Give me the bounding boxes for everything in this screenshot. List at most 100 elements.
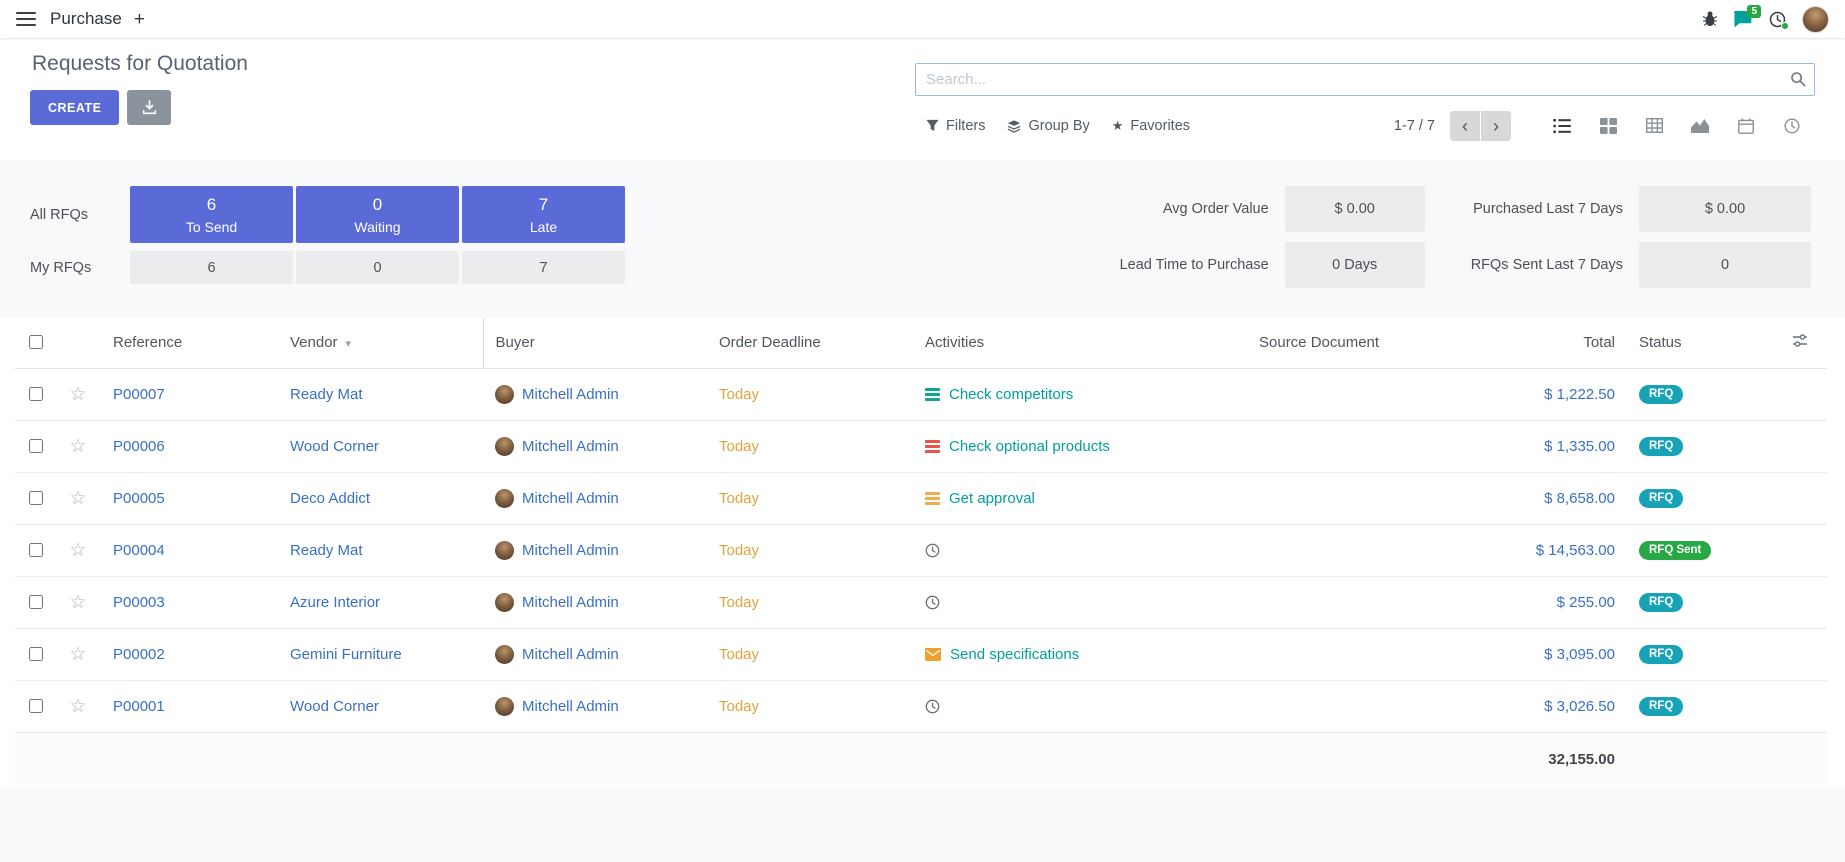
vendor-link[interactable]: Ready Mat: [290, 386, 363, 403]
header-vendor[interactable]: Vendor▾: [278, 318, 483, 368]
kanban-view-button[interactable]: [1585, 109, 1631, 142]
vendor-link[interactable]: Ready Mat: [290, 542, 363, 559]
table-row[interactable]: ☆ P00004 Ready Mat Mitchell Admin Today …: [15, 524, 1827, 576]
activity-summary[interactable]: Check optional products: [949, 438, 1110, 455]
activity-summary[interactable]: Get approval: [949, 490, 1035, 507]
search-input[interactable]: [915, 63, 1815, 96]
reference-link[interactable]: P00007: [113, 386, 165, 403]
header-buyer[interactable]: Buyer: [483, 318, 707, 368]
row-checkbox[interactable]: [29, 543, 43, 557]
buyer-link[interactable]: Mitchell Admin: [522, 646, 619, 663]
reference-link[interactable]: P00003: [113, 594, 165, 611]
order-deadline-value: Today: [719, 386, 759, 403]
header-status[interactable]: Status: [1627, 318, 1772, 368]
activity-summary[interactable]: Send specifications: [950, 646, 1079, 663]
export-button[interactable]: [127, 90, 171, 125]
activity-clock-icon[interactable]: [925, 595, 940, 610]
buyer-link[interactable]: Mitchell Admin: [522, 594, 619, 611]
pager-previous-button[interactable]: ‹: [1450, 111, 1480, 141]
vendor-link[interactable]: Wood Corner: [290, 698, 379, 715]
pivot-view-icon: [1646, 118, 1663, 133]
row-checkbox[interactable]: [29, 595, 43, 609]
row-checkbox[interactable]: [29, 439, 43, 453]
row-checkbox[interactable]: [29, 699, 43, 713]
activity-mail-icon[interactable]: [925, 648, 941, 661]
vendor-link[interactable]: Wood Corner: [290, 438, 379, 455]
graph-view-button[interactable]: [1677, 109, 1723, 142]
buyer-link[interactable]: Mitchell Admin: [522, 386, 619, 403]
search-icon[interactable]: [1790, 71, 1806, 87]
table-row[interactable]: ☆ P00005 Deco Addict Mitchell Admin Toda…: [15, 472, 1827, 524]
messages-icon[interactable]: 5: [1734, 11, 1753, 28]
activity-list-icon[interactable]: [925, 492, 940, 505]
reference-link[interactable]: P00001: [113, 698, 165, 715]
activity-summary[interactable]: Check competitors: [949, 386, 1073, 403]
debug-bug-icon[interactable]: [1702, 11, 1718, 27]
buyer-link[interactable]: Mitchell Admin: [522, 438, 619, 455]
row-checkbox[interactable]: [29, 647, 43, 661]
row-checkbox[interactable]: [29, 387, 43, 401]
app-name[interactable]: Purchase: [50, 9, 122, 29]
group-by-button[interactable]: Group By: [996, 112, 1100, 140]
activity-list-icon[interactable]: [925, 440, 940, 453]
pager-next-button[interactable]: ›: [1481, 111, 1511, 141]
activity-clock-icon[interactable]: [925, 699, 940, 714]
pivot-view-button[interactable]: [1631, 109, 1677, 142]
reference-link[interactable]: P00006: [113, 438, 165, 455]
activity-list-icon[interactable]: [925, 388, 940, 401]
header-reference[interactable]: Reference: [101, 318, 278, 368]
status-badge: RFQ: [1639, 593, 1683, 612]
favorite-star-icon[interactable]: ☆: [69, 436, 86, 457]
header-source-document[interactable]: Source Document: [1247, 318, 1447, 368]
row-checkbox[interactable]: [29, 491, 43, 505]
pager: 1-7 / 7 ‹ ›: [1394, 111, 1511, 141]
create-button[interactable]: CREATE: [30, 90, 119, 125]
table-row[interactable]: ☆ P00002 Gemini Furniture Mitchell Admin…: [15, 628, 1827, 680]
all-rfqs-label[interactable]: All RFQs: [30, 207, 127, 223]
my-waiting[interactable]: 0: [296, 251, 459, 284]
favorite-star-icon[interactable]: ☆: [69, 696, 86, 717]
user-avatar[interactable]: [1802, 6, 1829, 33]
kpi-late[interactable]: 7 Late: [462, 186, 625, 243]
reference-link[interactable]: P00005: [113, 490, 165, 507]
reference-link[interactable]: P00004: [113, 542, 165, 559]
plus-icon[interactable]: +: [134, 10, 145, 29]
vendor-link[interactable]: Deco Addict: [290, 490, 370, 507]
header-order-deadline[interactable]: Order Deadline: [707, 318, 913, 368]
table-row[interactable]: ☆ P00006 Wood Corner Mitchell Admin Toda…: [15, 420, 1827, 472]
apps-menu-icon[interactable]: [16, 12, 36, 26]
table-row[interactable]: ☆ P00007 Ready Mat Mitchell Admin Today …: [15, 368, 1827, 420]
activity-view-button[interactable]: [1769, 109, 1815, 142]
favorite-star-icon[interactable]: ☆: [69, 488, 86, 509]
buyer-link[interactable]: Mitchell Admin: [522, 698, 619, 715]
favorites-button[interactable]: ★ Favorites: [1101, 112, 1201, 140]
header-total[interactable]: Total: [1447, 318, 1627, 368]
buyer-link[interactable]: Mitchell Admin: [522, 490, 619, 507]
header-activities[interactable]: Activities: [913, 318, 1247, 368]
table-row[interactable]: ☆ P00001 Wood Corner Mitchell Admin Toda…: [15, 680, 1827, 732]
reference-link[interactable]: P00002: [113, 646, 165, 663]
optional-columns-icon[interactable]: [1792, 333, 1808, 348]
activity-clock-icon[interactable]: [925, 543, 940, 558]
favorite-star-icon[interactable]: ☆: [69, 384, 86, 405]
kpi-to-send[interactable]: 6 To Send: [130, 186, 293, 243]
favorite-star-icon[interactable]: ☆: [69, 592, 86, 613]
list-view-button[interactable]: [1539, 109, 1585, 142]
activity-view-icon: [1784, 118, 1800, 134]
my-to-send[interactable]: 6: [130, 251, 293, 284]
my-late[interactable]: 7: [462, 251, 625, 284]
calendar-view-button[interactable]: [1723, 109, 1769, 142]
buyer-link[interactable]: Mitchell Admin: [522, 542, 619, 559]
vendor-link[interactable]: Azure Interior: [290, 594, 380, 611]
table-row[interactable]: ☆ P00003 Azure Interior Mitchell Admin T…: [15, 576, 1827, 628]
my-rfqs-label[interactable]: My RFQs: [30, 260, 127, 276]
favorite-star-icon[interactable]: ☆: [69, 540, 86, 561]
order-deadline-value: Today: [719, 438, 759, 455]
pager-range: 1-7 / 7: [1394, 118, 1435, 134]
select-all-checkbox[interactable]: [29, 335, 43, 349]
kpi-waiting[interactable]: 0 Waiting: [296, 186, 459, 243]
vendor-link[interactable]: Gemini Furniture: [290, 646, 402, 663]
filters-button[interactable]: Filters: [915, 112, 996, 140]
favorite-star-icon[interactable]: ☆: [69, 644, 86, 665]
activities-clock-icon[interactable]: [1769, 11, 1786, 28]
